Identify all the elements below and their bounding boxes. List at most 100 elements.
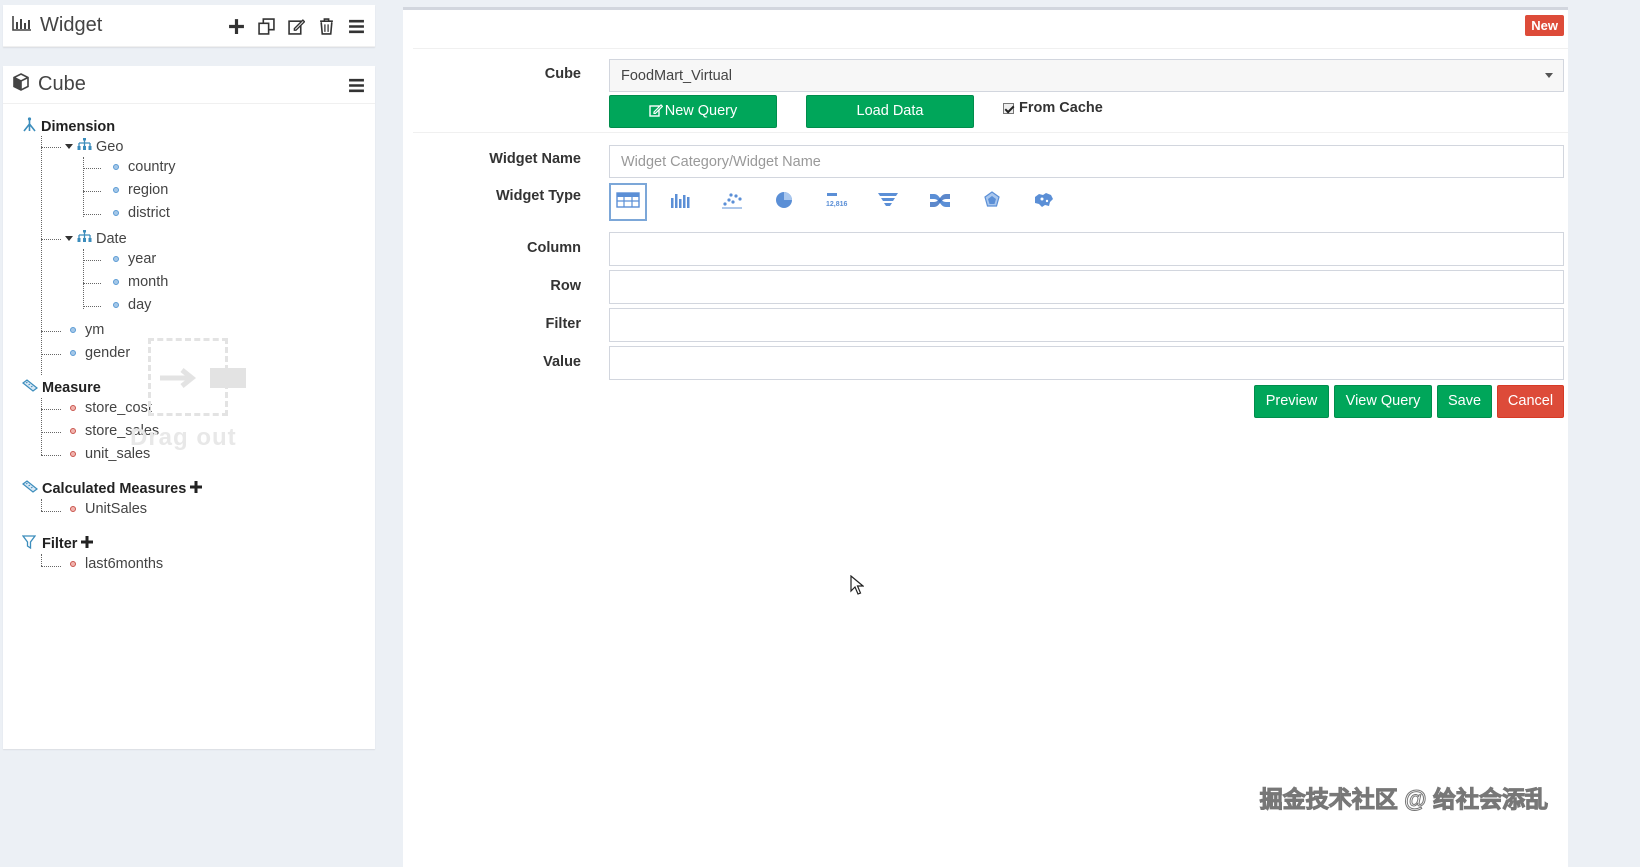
type-radar-button[interactable]	[973, 183, 1011, 221]
tree-item-last6months[interactable]: last6months	[70, 556, 163, 572]
from-cache-label: From Cache	[1019, 100, 1103, 116]
view-query-label: View Query	[1345, 393, 1421, 409]
tree-item-day[interactable]: day	[113, 297, 151, 313]
measure-dot-icon	[70, 405, 76, 411]
dimension-dot-icon	[70, 350, 76, 356]
tree-dimension[interactable]: Dimension	[22, 117, 115, 136]
value-label: Value	[543, 354, 581, 370]
tree-item-label: ym	[85, 322, 105, 338]
tree-item-label: year	[128, 251, 157, 267]
tree-item-label: month	[128, 274, 169, 290]
type-pie-button[interactable]	[765, 183, 803, 221]
dimension-dot-icon	[113, 256, 119, 262]
cancel-button[interactable]: Cancel	[1497, 385, 1564, 418]
tree-item-ym[interactable]: ym	[70, 322, 104, 338]
cube-select-value: FoodMart_Virtual	[621, 68, 732, 84]
widget-panel-header: Widget	[3, 5, 375, 47]
tree-date-label: Date	[96, 230, 127, 247]
edit-icon	[649, 98, 663, 129]
sankey-chart-icon	[928, 190, 952, 215]
cube-panel-header: Cube	[3, 66, 375, 104]
row-dropzone[interactable]	[609, 270, 1564, 304]
tree-item-label: store_cost	[85, 400, 152, 416]
dimension-dot-icon	[113, 187, 119, 193]
tree-item-label: gender	[85, 345, 131, 361]
level-icon	[77, 230, 92, 247]
view-query-button[interactable]: View Query	[1334, 385, 1432, 418]
tree-measure[interactable]: Measure	[22, 379, 101, 397]
add-icon[interactable]	[228, 18, 245, 35]
add-calculated-icon[interactable]	[190, 481, 203, 497]
cube-select[interactable]: FoodMart_Virtual	[609, 59, 1564, 92]
watermark-text: 掘金技术社区 @ 给社会添乱	[1259, 786, 1548, 813]
radar-chart-icon	[980, 190, 1004, 215]
tree-item-region[interactable]: region	[113, 182, 168, 198]
tree-date[interactable]: Date	[65, 230, 127, 247]
cube-panel-title: Cube	[38, 73, 86, 95]
type-funnel-button[interactable]	[869, 183, 907, 221]
new-query-button[interactable]: New Query	[609, 95, 777, 128]
type-sankey-button[interactable]	[921, 183, 959, 221]
widget-name-input[interactable]	[610, 146, 1563, 177]
edit-icon[interactable]	[288, 18, 305, 35]
ruler-icon	[22, 480, 38, 498]
tree-item-gender[interactable]: gender	[70, 345, 130, 361]
map-chart-icon	[1032, 190, 1056, 215]
drag-out-text: Drag out	[130, 424, 237, 451]
caret-down-icon[interactable]	[65, 144, 73, 149]
add-filter-icon[interactable]	[81, 536, 94, 552]
filter-label: Filter	[545, 316, 581, 332]
type-scatter-button[interactable]	[713, 183, 751, 221]
value-dropzone[interactable]	[609, 346, 1564, 380]
tree-item-unitsales[interactable]: UnitSales	[70, 501, 147, 517]
bar-chart-icon	[12, 15, 32, 36]
trash-icon[interactable]	[318, 17, 335, 35]
pie-chart-icon	[772, 190, 796, 215]
filter-dropzone[interactable]	[609, 308, 1564, 342]
row-label: Row	[550, 278, 581, 294]
new-badge: New	[1525, 15, 1564, 36]
new-query-label: New Query	[664, 103, 738, 119]
widget-type-selector: 12,816	[609, 183, 1077, 221]
tree-item-store-cost[interactable]: store_cost	[70, 400, 152, 416]
widget-name-label: Widget Name	[489, 151, 581, 167]
preview-button[interactable]: Preview	[1254, 385, 1329, 418]
checkbox-checked-icon[interactable]	[1003, 102, 1014, 114]
cancel-label: Cancel	[1507, 393, 1554, 409]
table-chart-icon	[616, 190, 640, 215]
menu-icon[interactable]	[348, 18, 365, 35]
dimension-dot-icon	[113, 279, 119, 285]
tree-item-label: last6months	[85, 556, 164, 572]
scatter-chart-icon	[720, 190, 744, 215]
load-data-label: Load Data	[856, 103, 924, 119]
dimension-dot-icon	[70, 327, 76, 333]
menu-icon[interactable]	[348, 77, 365, 94]
measure-dot-icon	[70, 428, 76, 434]
widget-name-field[interactable]	[609, 145, 1564, 178]
type-bar-button[interactable]	[661, 183, 699, 221]
drag-out-overlay: Drag out	[130, 338, 258, 452]
type-map-button[interactable]	[1025, 183, 1063, 221]
dimension-dot-icon	[113, 210, 119, 216]
column-dropzone[interactable]	[609, 232, 1564, 266]
tree-calculated-measures[interactable]: Calculated Measures	[22, 480, 203, 498]
caret-down-icon[interactable]	[65, 236, 73, 241]
tree-item-country[interactable]: country	[113, 159, 176, 175]
tree-measure-label: Measure	[42, 380, 101, 396]
tree-calculated-label: Calculated Measures	[42, 481, 187, 497]
from-cache-checkbox[interactable]: From Cache	[1003, 100, 1103, 116]
tree-geo-label: Geo	[96, 138, 124, 155]
tree-filter[interactable]: Filter	[21, 535, 94, 553]
tree-item-district[interactable]: district	[113, 205, 170, 221]
copy-icon[interactable]	[258, 17, 275, 35]
type-kpi-button[interactable]: 12,816	[817, 183, 855, 221]
type-table-button[interactable]	[609, 183, 647, 221]
load-data-button[interactable]: Load Data	[806, 95, 974, 128]
tree-geo[interactable]: Geo	[65, 138, 123, 155]
tree-item-month[interactable]: month	[113, 274, 168, 290]
widget-type-label: Widget Type	[496, 188, 581, 204]
save-button[interactable]: Save	[1437, 385, 1492, 418]
chevron-down-icon	[1545, 73, 1553, 78]
save-label: Save	[1447, 393, 1482, 409]
tree-item-year[interactable]: year	[113, 251, 156, 267]
